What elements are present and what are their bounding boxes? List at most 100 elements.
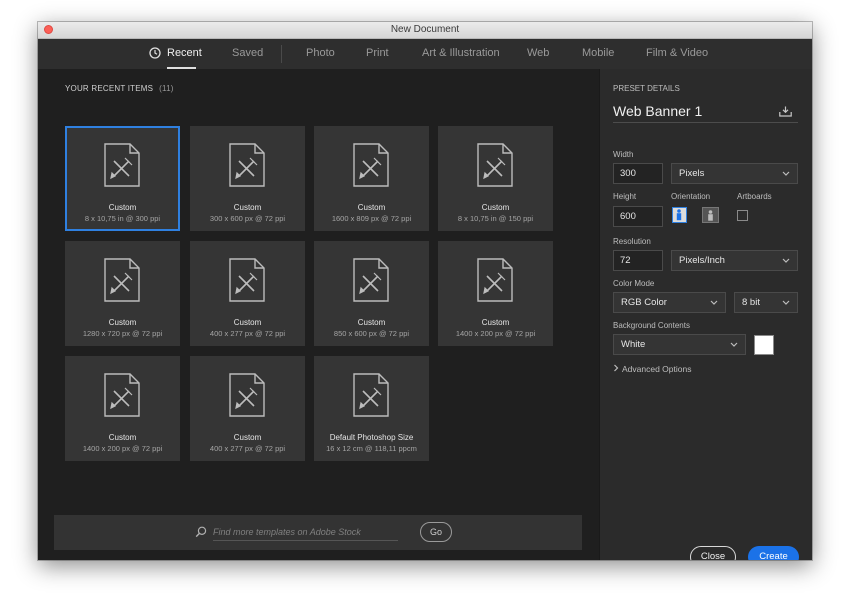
recent-item-dimensions: 400 x 277 px @ 72 ppi	[209, 444, 286, 453]
recent-item-card[interactable]: Custom 8 x 10,75 in @ 300 ppi	[65, 126, 180, 231]
recent-item-name: Custom	[481, 318, 510, 327]
advanced-options-label: Advanced Options	[622, 364, 692, 374]
create-button[interactable]: Create	[748, 546, 799, 560]
recent-item-name: Custom	[233, 203, 262, 212]
document-icon	[353, 373, 389, 417]
new-document-dialog: New Document Recent Saved Photo Print Ar…	[38, 22, 812, 560]
document-icon	[353, 143, 389, 187]
resolution-input[interactable]: 72	[613, 250, 663, 271]
recent-item-card[interactable]: Custom 1400 x 200 px @ 72 ppi	[65, 356, 180, 461]
recent-item-card[interactable]: Custom 850 x 600 px @ 72 ppi	[314, 241, 429, 346]
width-unit-value: Pixels	[679, 168, 705, 179]
bit-depth-select[interactable]: 8 bit	[734, 292, 798, 313]
recent-item-dimensions: 400 x 277 px @ 72 ppi	[209, 329, 286, 338]
width-unit-select[interactable]: Pixels	[671, 163, 798, 184]
recent-item-card[interactable]: Custom 8 x 10,75 in @ 150 ppi	[438, 126, 553, 231]
document-icon	[104, 143, 140, 187]
artboards-label: Artboards	[737, 192, 772, 201]
tab-saved[interactable]: Saved	[232, 47, 263, 59]
document-icon	[477, 258, 513, 302]
recent-item-dimensions: 850 x 600 px @ 72 ppi	[333, 329, 410, 338]
adobe-stock-search-input[interactable]	[213, 524, 398, 541]
resolution-label: Resolution	[613, 237, 651, 246]
artboards-checkbox[interactable]	[737, 210, 748, 221]
height-label: Height	[613, 192, 637, 201]
tab-print[interactable]: Print	[366, 47, 389, 59]
recent-item-card[interactable]: Custom 400 x 277 px @ 72 ppi	[190, 356, 305, 461]
color-mode-select[interactable]: RGB Color	[613, 292, 726, 313]
width-label: Width	[613, 150, 634, 159]
background-contents-label: Background Contents	[613, 321, 690, 330]
recent-item-name: Custom	[108, 203, 137, 212]
recent-item-dimensions: 1400 x 200 px @ 72 ppi	[455, 329, 536, 338]
background-contents-select[interactable]: White	[613, 334, 746, 355]
recent-item-name: Custom	[108, 318, 137, 327]
clock-icon	[149, 47, 161, 59]
recent-item-card[interactable]: Custom 1600 x 809 px @ 72 ppi	[314, 126, 429, 231]
document-icon	[229, 258, 265, 302]
chevron-down-icon	[782, 171, 790, 176]
recent-item-name: Custom	[481, 203, 510, 212]
recent-items-title: YOUR RECENT ITEMS	[65, 84, 154, 93]
save-preset-icon[interactable]	[779, 106, 792, 117]
width-input[interactable]: 300	[613, 163, 663, 184]
tab-photo[interactable]: Photo	[306, 47, 335, 59]
chevron-down-icon	[730, 342, 738, 347]
category-tabs: Recent Saved Photo Print Art & Illustrat…	[38, 39, 812, 69]
chevron-right-icon	[614, 364, 619, 372]
landscape-orientation-button[interactable]	[702, 207, 719, 223]
close-button[interactable]: Close	[690, 546, 736, 560]
recent-item-card[interactable]: Custom 400 x 277 px @ 72 ppi	[190, 241, 305, 346]
recent-item-card[interactable]: Custom 300 x 600 px @ 72 ppi	[190, 126, 305, 231]
resolution-unit-value: Pixels/Inch	[679, 255, 725, 266]
document-icon	[353, 258, 389, 302]
tab-divider	[281, 45, 282, 63]
recent-items-count: (11)	[159, 84, 174, 93]
recent-item-dimensions: 1280 x 720 px @ 72 ppi	[82, 329, 163, 338]
window-title: New Document	[390, 24, 460, 35]
recent-items-header: YOUR RECENT ITEMS (11)	[65, 84, 174, 93]
bit-depth-value: 8 bit	[742, 297, 760, 308]
recent-item-dimensions: 1600 x 809 px @ 72 ppi	[331, 214, 412, 223]
recent-item-card[interactable]: Default Photoshop Size 16 x 12 cm @ 118,1…	[314, 356, 429, 461]
portrait-icon	[676, 209, 682, 221]
adobe-stock-search-bar: Go	[54, 515, 582, 550]
title-bar: New Document	[38, 22, 812, 39]
tab-film-video[interactable]: Film & Video	[646, 47, 708, 59]
tab-web[interactable]: Web	[527, 47, 549, 59]
advanced-options-toggle[interactable]: Advanced Options	[613, 364, 691, 374]
recent-item-card[interactable]: Custom 1280 x 720 px @ 72 ppi	[65, 241, 180, 346]
recent-item-name: Custom	[357, 318, 386, 327]
recent-item-name: Custom	[108, 433, 137, 442]
preset-name-underline	[613, 122, 798, 123]
chevron-down-icon	[710, 300, 718, 305]
document-icon	[229, 373, 265, 417]
document-icon	[477, 143, 513, 187]
preset-name-input[interactable]	[613, 103, 773, 119]
search-icon	[195, 526, 207, 538]
recent-item-card[interactable]: Custom 1400 x 200 px @ 72 ppi	[438, 241, 553, 346]
document-icon	[104, 258, 140, 302]
background-color-swatch[interactable]	[754, 335, 774, 355]
recent-item-dimensions: 8 x 10,75 in @ 300 ppi	[84, 214, 161, 223]
recent-item-dimensions: 8 x 10,75 in @ 150 ppi	[457, 214, 534, 223]
color-mode-value: RGB Color	[621, 297, 667, 308]
recent-item-dimensions: 16 x 12 cm @ 118,11 ppcm	[326, 444, 417, 453]
height-input[interactable]: 600	[613, 206, 663, 227]
recent-item-name: Custom	[233, 433, 262, 442]
resolution-unit-select[interactable]: Pixels/Inch	[671, 250, 798, 271]
tab-art-illustration[interactable]: Art & Illustration	[422, 47, 500, 59]
recent-item-name: Default Photoshop Size	[329, 433, 414, 442]
go-button[interactable]: Go	[420, 522, 452, 542]
chevron-down-icon	[782, 300, 790, 305]
portrait-orientation-button[interactable]	[672, 207, 687, 223]
recent-item-name: Custom	[233, 318, 262, 327]
tab-recent[interactable]: Recent	[167, 47, 202, 59]
preset-details-panel: PRESET DETAILS Width 300 Pixels Height 6…	[599, 69, 812, 560]
tab-mobile[interactable]: Mobile	[582, 47, 614, 59]
preset-details-label: PRESET DETAILS	[613, 84, 680, 93]
recent-item-name: Custom	[357, 203, 386, 212]
color-mode-label: Color Mode	[613, 279, 655, 288]
landscape-icon	[708, 210, 713, 221]
recent-item-dimensions: 300 x 600 px @ 72 ppi	[209, 214, 286, 223]
